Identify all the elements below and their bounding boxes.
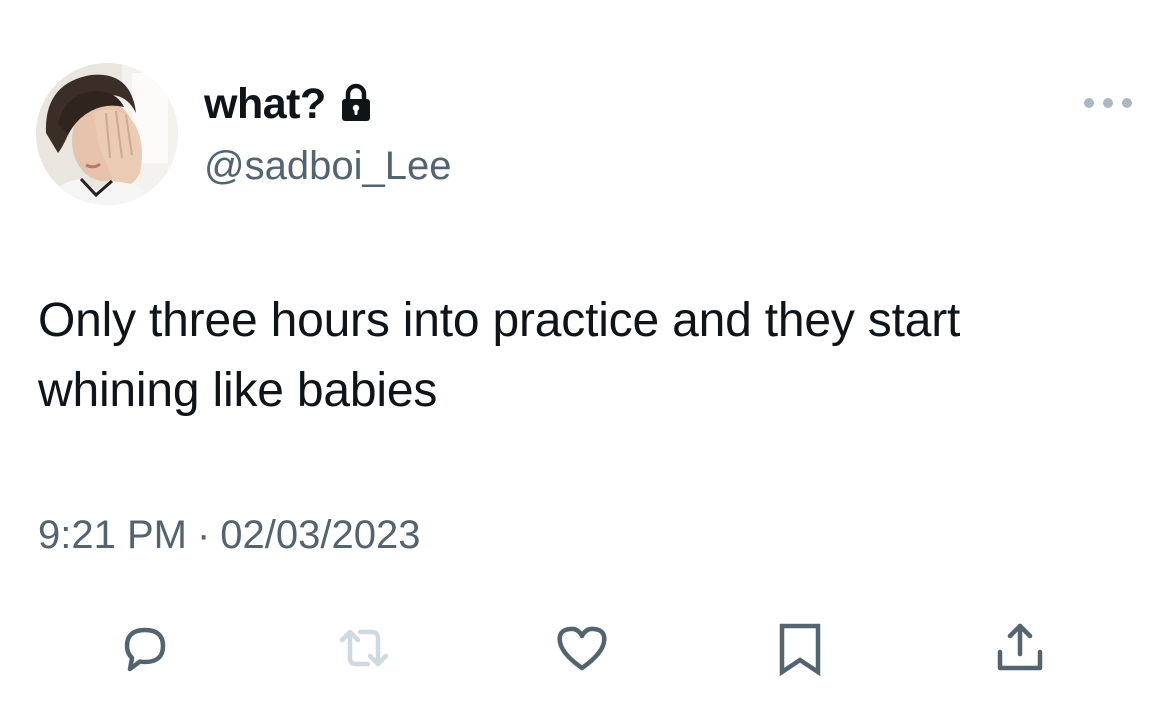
- share-icon: [997, 623, 1043, 671]
- lock-icon: [340, 83, 372, 123]
- display-name-row: what?: [204, 78, 372, 130]
- share-button[interactable]: [990, 618, 1050, 678]
- reply-button[interactable]: [115, 618, 175, 678]
- bookmark-icon: [779, 623, 821, 677]
- retweet-button: [334, 618, 394, 678]
- avatar[interactable]: [36, 63, 178, 205]
- avatar-photo: [36, 63, 178, 205]
- tweet-card: what? @sadboi_Lee Only three hours into …: [0, 0, 1170, 707]
- more-options-icon[interactable]: [1084, 92, 1132, 114]
- bookmark-button[interactable]: [770, 618, 830, 678]
- reply-icon: [124, 627, 166, 672]
- heart-icon: [557, 626, 607, 671]
- tweet-date: 02/03/2023: [220, 513, 421, 557]
- more-dot: [1122, 98, 1132, 108]
- tweet-timestamp[interactable]: 9:21 PM · 02/03/2023: [38, 510, 421, 560]
- display-name[interactable]: what?: [204, 78, 326, 130]
- like-button[interactable]: [552, 618, 612, 678]
- timestamp-separator: ·: [196, 513, 211, 557]
- user-handle[interactable]: @sadboi_Lee: [204, 142, 451, 190]
- tweet-text: Only three hours into practice and they …: [38, 294, 961, 417]
- more-dot: [1084, 98, 1094, 108]
- action-bar: [0, 610, 1170, 680]
- tweet-time: 9:21 PM: [38, 513, 187, 557]
- more-dot: [1103, 98, 1113, 108]
- retweet-icon: [339, 629, 389, 667]
